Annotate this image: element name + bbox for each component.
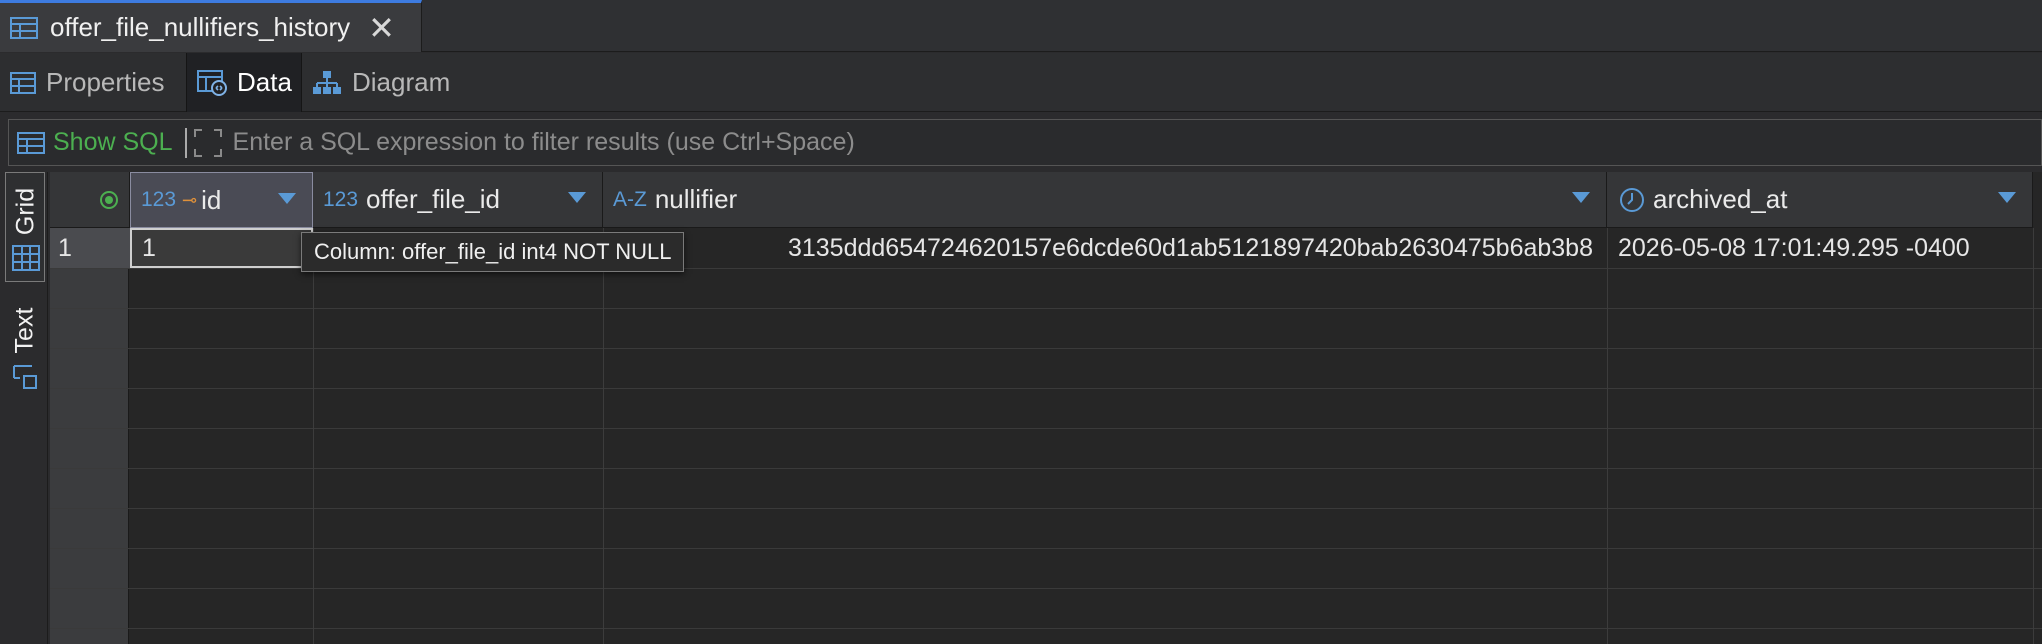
side-tab-text-label: Text: [10, 307, 39, 354]
grid-line: [50, 508, 2042, 509]
grid-line: [50, 628, 2042, 629]
grid-line: [603, 228, 604, 644]
filter-bar: Show SQL: [8, 119, 2042, 166]
grid-line: [50, 548, 2042, 549]
show-sql-button[interactable]: Show SQL: [9, 120, 173, 165]
close-icon[interactable]: ✕: [368, 12, 395, 44]
side-tab-grid-label: Grid: [11, 187, 40, 236]
column-header-archived-at[interactable]: archived_at: [1607, 172, 2033, 228]
grid-line: [50, 348, 2042, 349]
show-sql-label: Show SQL: [53, 128, 173, 156]
tab-properties[interactable]: Properties: [0, 53, 186, 112]
column-type-label: 123: [141, 188, 177, 211]
editor-tab-offer-file-nullifiers-history[interactable]: offer_file_nullifiers_history ✕: [0, 0, 422, 52]
grid-line: [1607, 228, 1608, 644]
grid-line: [50, 428, 2042, 429]
key-icon: ⊸: [182, 189, 198, 210]
column-name: id: [201, 184, 222, 215]
divider: [184, 127, 187, 158]
expand-icon[interactable]: [193, 128, 223, 158]
side-tab-text[interactable]: Text: [5, 296, 45, 396]
editor-tab-title: offer_file_nullifiers_history: [50, 12, 351, 42]
table-icon: [10, 71, 36, 94]
column-type-label: A-Z: [613, 187, 647, 211]
column-name: offer_file_id: [366, 184, 500, 214]
sub-tab-bar: Properties Data Diagram: [0, 53, 2042, 112]
column-header-offer-file-id[interactable]: 123 offer_file_id: [313, 172, 603, 228]
sort-filter-arrow-icon[interactable]: [568, 192, 586, 203]
sort-filter-arrow-icon[interactable]: [1998, 192, 2016, 203]
table-data-icon: [197, 69, 227, 96]
grid-line: [50, 388, 2042, 389]
grid-line: [2033, 228, 2034, 644]
grid-icon: [12, 245, 40, 271]
column-header-id[interactable]: 123 ⊸ id: [130, 172, 313, 228]
clock-icon: [1620, 187, 1644, 212]
column-tooltip: Column: offer_file_id int4 NOT NULL: [301, 232, 685, 272]
grid-line: [313, 228, 314, 644]
cell-archived-at[interactable]: 2026-05-08 17:01:49.295 -0400: [1607, 228, 2033, 268]
sort-filter-arrow-icon[interactable]: [278, 193, 296, 204]
column-type-label: 123: [323, 187, 359, 211]
column-name: nullifier: [654, 184, 738, 214]
diagram-icon: [313, 70, 341, 94]
row-number-column: [50, 228, 129, 644]
tab-data-label: Data: [237, 67, 292, 97]
row-number[interactable]: 1: [50, 228, 130, 268]
grid-line: [50, 468, 2042, 469]
grid-line: [50, 308, 2042, 309]
tab-diagram[interactable]: Diagram: [302, 53, 462, 112]
cell-id[interactable]: 1: [130, 228, 313, 268]
table-icon: [17, 131, 45, 154]
cell-nullifier[interactable]: 3135ddd654724620157e6dcde60d1ab512189742…: [603, 228, 1607, 268]
grid-line: [50, 588, 2042, 589]
editor-tab-strip: offer_file_nullifiers_history ✕: [0, 0, 2042, 52]
text-view-icon: [13, 365, 37, 389]
sort-filter-arrow-icon[interactable]: [1572, 192, 1590, 203]
table-icon: [10, 16, 38, 39]
side-tab-grid[interactable]: Grid: [5, 172, 45, 282]
column-name: archived_at: [1653, 184, 1788, 214]
tab-data[interactable]: Data: [186, 53, 302, 112]
tab-properties-label: Properties: [46, 67, 165, 97]
sql-filter-input[interactable]: [222, 119, 2041, 166]
column-header-nullifier[interactable]: A-Z nullifier: [603, 172, 1607, 228]
grid-corner-header[interactable]: [50, 172, 130, 228]
record-select-icon: [100, 190, 118, 209]
tab-diagram-label: Diagram: [352, 67, 451, 97]
